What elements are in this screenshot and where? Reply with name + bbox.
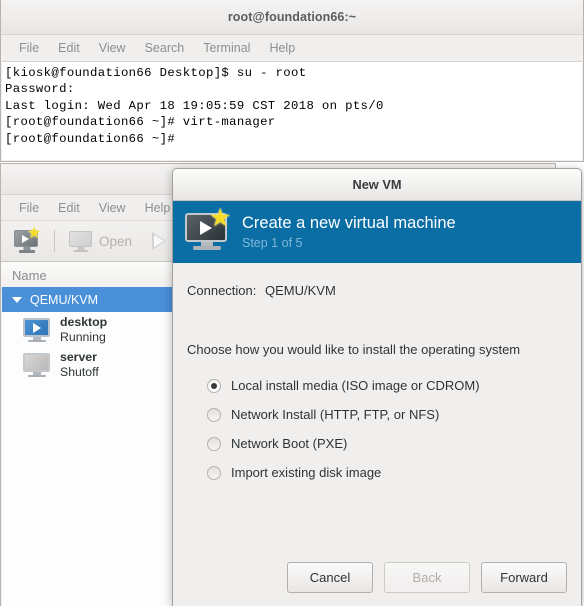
terminal-line: Last login: Wed Apr 18 19:05:59 CST 2018… [5,98,384,113]
connection-label: Connection: [187,283,257,298]
new-vm-dialog-titlebar[interactable]: New VM [173,169,581,201]
terminal-menu-edit[interactable]: Edit [50,39,88,57]
vm-name: desktop [60,314,108,329]
new-vm-button[interactable]: ★ [10,226,44,254]
vm-name: server [60,349,97,364]
terminal-menu-file[interactable]: File [11,39,47,57]
terminal-line: Password: [5,82,75,97]
terminal-window-title: root@foundation66:~ [227,10,357,24]
install-method-radio-group: Local install media (ISO image or CDROM)… [187,371,581,487]
radio-option-local-install-media[interactable]: Local install media (ISO image or CDROM) [187,371,581,400]
new-vm-dialog-button-bar: Cancel Back Forward [173,548,581,606]
connection-value: QEMU/KVM [265,283,336,298]
radio-button-network-install[interactable] [207,407,221,422]
install-method-prompt: Choose how you would like to install the… [187,342,521,357]
new-vm-monitor-icon: ★ [14,226,41,253]
terminal-titlebar[interactable]: root@foundation66:~ [1,0,583,35]
terminal-window: root@foundation66:~ File Edit View Searc… [0,0,584,162]
star-icon: ★ [27,225,42,242]
radio-label: Network Install (HTTP, FTP, or NFS) [231,407,440,422]
play-triangle-icon [152,232,167,250]
new-vm-dialog: New VM ★ Create a new virtual machine St… [172,168,582,606]
triangle-down-icon[interactable] [12,296,22,303]
monitor-shutoff-icon [23,352,51,377]
radio-option-import-existing-disk-image[interactable]: Import existing disk image [187,458,581,487]
terminal-menu-search[interactable]: Search [137,39,193,57]
terminal-menu-view[interactable]: View [91,39,134,57]
vmm-menu-view[interactable]: View [91,199,134,217]
new-vm-banner-title: Create a new virtual machine [242,214,456,232]
new-vm-monitor-icon: ★ [185,206,231,251]
terminal-menubar: File Edit View Search Terminal Help [1,35,583,61]
radio-label: Network Boot (PXE) [231,436,348,451]
vmm-menu-file[interactable]: File [11,199,47,217]
terminal-line: [kiosk@foundation66 Desktop]$ su - root [5,66,307,80]
cancel-button[interactable]: Cancel [287,561,373,593]
terminal-menu-help[interactable]: Help [261,39,303,57]
radio-label: Import existing disk image [231,465,382,480]
terminal-line: [root@foundation66 ~]# [5,131,176,146]
terminal-line: [root@foundation66 ~]# virt-manager [5,115,276,130]
new-vm-body: Connection: QEMU/KVM Choose how you woul… [173,263,581,487]
new-vm-banner-step: Step 1 of 5 [242,236,303,250]
new-vm-dialog-title: New VM [352,177,402,192]
vm-list-header-name: Name [12,268,47,283]
monitor-icon [69,230,93,252]
vmm-menu-edit[interactable]: Edit [50,199,88,217]
run-button[interactable] [148,230,170,252]
desktop-screen: root@foundation66:~ File Edit View Searc… [0,0,584,606]
radio-option-network-boot-pxe[interactable]: Network Boot (PXE) [187,429,581,458]
forward-button[interactable]: Forward [481,561,567,593]
new-vm-banner: ★ Create a new virtual machine Step 1 of… [173,201,581,263]
vm-state: Running [60,329,106,344]
connection-row-label: QEMU/KVM [30,292,99,307]
star-icon: ★ [209,204,232,232]
open-button[interactable]: Open [65,229,136,254]
monitor-running-icon [23,317,51,342]
radio-button-import-existing-disk-image[interactable] [207,465,221,480]
radio-option-network-install[interactable]: Network Install (HTTP, FTP, or NFS) [187,400,581,429]
radio-button-local-install-media[interactable] [207,378,221,393]
terminal-menu-terminal[interactable]: Terminal [195,39,258,57]
back-button[interactable]: Back [384,561,470,593]
connection-info: Connection: QEMU/KVM [187,283,581,298]
open-button-label: Open [99,233,133,249]
terminal-output-area[interactable]: [kiosk@foundation66 Desktop]$ su - root … [2,61,582,160]
radio-button-network-boot-pxe[interactable] [207,436,221,451]
toolbar-separator [54,230,55,252]
radio-label: Local install media (ISO image or CDROM) [231,378,480,393]
vm-state: Shutoff [60,364,99,379]
